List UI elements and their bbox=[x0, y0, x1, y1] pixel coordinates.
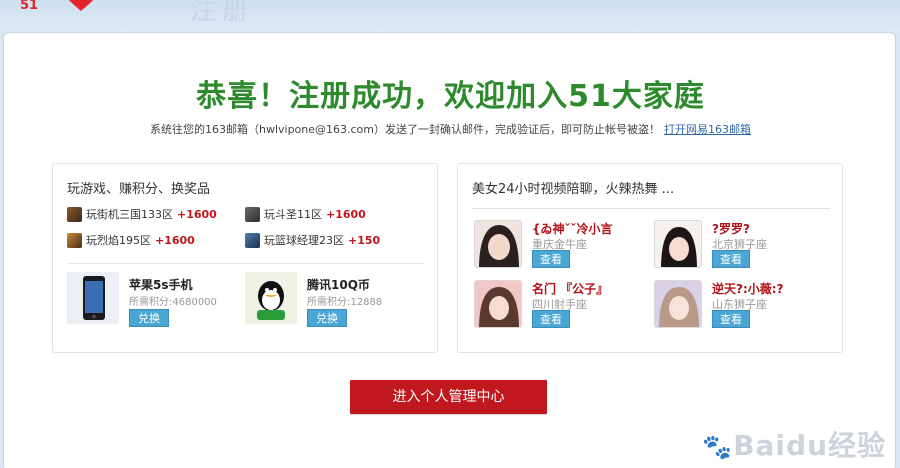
view-button[interactable]: 查看 bbox=[712, 310, 750, 328]
success-headline: 恭喜！注册成功，欢迎加入51大家庭 bbox=[196, 79, 705, 114]
heart-logo-icon bbox=[68, 0, 94, 11]
games-panel-title: 玩游戏、赚积分、换奖品 bbox=[67, 182, 211, 197]
iphone-image[interactable] bbox=[67, 272, 119, 324]
open-mail-link[interactable]: 打开网易163邮箱 bbox=[664, 123, 751, 136]
watermark: 🐾Baidu经验 bbox=[702, 424, 886, 464]
profile-card: {ゐ神ˇˇ冷小言 重庆金牛座 查看 bbox=[474, 220, 659, 275]
qq-coin-image[interactable] bbox=[245, 272, 297, 324]
game-item[interactable]: 玩篮球经理23区 +150 bbox=[245, 230, 425, 250]
game-icon bbox=[67, 206, 82, 222]
panel-divider bbox=[67, 263, 425, 264]
prize-item: 苹果5s手机 所需积分:4680000 兑换 bbox=[67, 272, 247, 328]
game-name: 玩街机三国133区 bbox=[86, 208, 173, 221]
prize-name: 苹果5s手机 bbox=[129, 278, 193, 292]
game-points: +150 bbox=[348, 233, 381, 247]
game-icon bbox=[245, 206, 260, 222]
profile-card: 逆天?:小薇:? 山东狮子座 查看 bbox=[654, 280, 839, 335]
verification-text: 系统往您的163邮箱（hwlvipone@163.com）发送了一封确认邮件，完… bbox=[149, 123, 661, 136]
prize-item: 腾讯10Q币 所需积分:12888 兑换 bbox=[245, 272, 425, 328]
panel-divider bbox=[472, 208, 830, 209]
games-panel: 玩游戏、赚积分、换奖品 玩街机三国133区 +1600 玩斗圣11区 +1600… bbox=[52, 163, 438, 353]
profile-card: ?罗罗? 北京狮子座 查看 bbox=[654, 220, 839, 275]
game-name: 玩烈焰195区 bbox=[86, 234, 151, 247]
game-item[interactable]: 玩斗圣11区 +1600 bbox=[245, 204, 425, 224]
game-item[interactable]: 玩街机三国133区 +1600 bbox=[67, 204, 247, 224]
game-name: 玩篮球经理23区 bbox=[264, 234, 344, 247]
prize-name: 腾讯10Q币 bbox=[307, 278, 370, 292]
view-button[interactable]: 查看 bbox=[532, 250, 570, 268]
redeem-button[interactable]: 兑换 bbox=[129, 309, 169, 327]
avatar[interactable] bbox=[474, 280, 522, 328]
profile-name[interactable]: ?罗罗? bbox=[712, 220, 750, 237]
verification-message: 系统往您的163邮箱（hwlvipone@163.com）发送了一封确认邮件，完… bbox=[4, 121, 895, 137]
view-button[interactable]: 查看 bbox=[712, 250, 750, 268]
avatar[interactable] bbox=[654, 280, 702, 328]
game-icon bbox=[67, 232, 82, 248]
avatar[interactable] bbox=[474, 220, 522, 268]
video-chat-panel: 美女24小时视频陪聊，火辣热舞 ... {ゐ神ˇˇ冷小言 重庆金牛座 查看 ?罗… bbox=[457, 163, 843, 353]
game-icon bbox=[245, 232, 260, 248]
top-bar: 51 注册 bbox=[0, 0, 900, 32]
redeem-button[interactable]: 兑换 bbox=[307, 309, 347, 327]
video-panel-title: 美女24小时视频陪聊，火辣热舞 ... bbox=[472, 182, 675, 197]
background-title-text: 注册 bbox=[190, 0, 255, 26]
profile-card: 名门 『公子』 四川射手座 查看 bbox=[474, 280, 659, 335]
success-card: 恭喜！注册成功，欢迎加入51大家庭 系统往您的163邮箱（hwlvipone@1… bbox=[3, 32, 896, 468]
paw-icon: 🐾 bbox=[702, 433, 734, 461]
view-button[interactable]: 查看 bbox=[532, 310, 570, 328]
prize-cost: 所需积分:4680000 bbox=[129, 297, 217, 308]
profile-name[interactable]: {ゐ神ˇˇ冷小言 bbox=[532, 220, 613, 237]
prize-cost: 所需积分:12888 bbox=[307, 297, 383, 308]
logo-text[interactable]: 51 bbox=[20, 0, 38, 13]
game-points: +1600 bbox=[177, 207, 217, 221]
game-points: +1600 bbox=[326, 207, 366, 221]
enter-personal-center-button[interactable]: 进入个人管理中心 bbox=[350, 380, 547, 414]
profile-name[interactable]: 名门 『公子』 bbox=[532, 280, 608, 297]
game-item[interactable]: 玩烈焰195区 +1600 bbox=[67, 230, 247, 250]
watermark-text: Baidu经验 bbox=[733, 429, 886, 462]
profile-name[interactable]: 逆天?:小薇:? bbox=[712, 280, 784, 297]
avatar[interactable] bbox=[654, 220, 702, 268]
game-name: 玩斗圣11区 bbox=[264, 208, 322, 221]
game-points: +1600 bbox=[155, 233, 195, 247]
